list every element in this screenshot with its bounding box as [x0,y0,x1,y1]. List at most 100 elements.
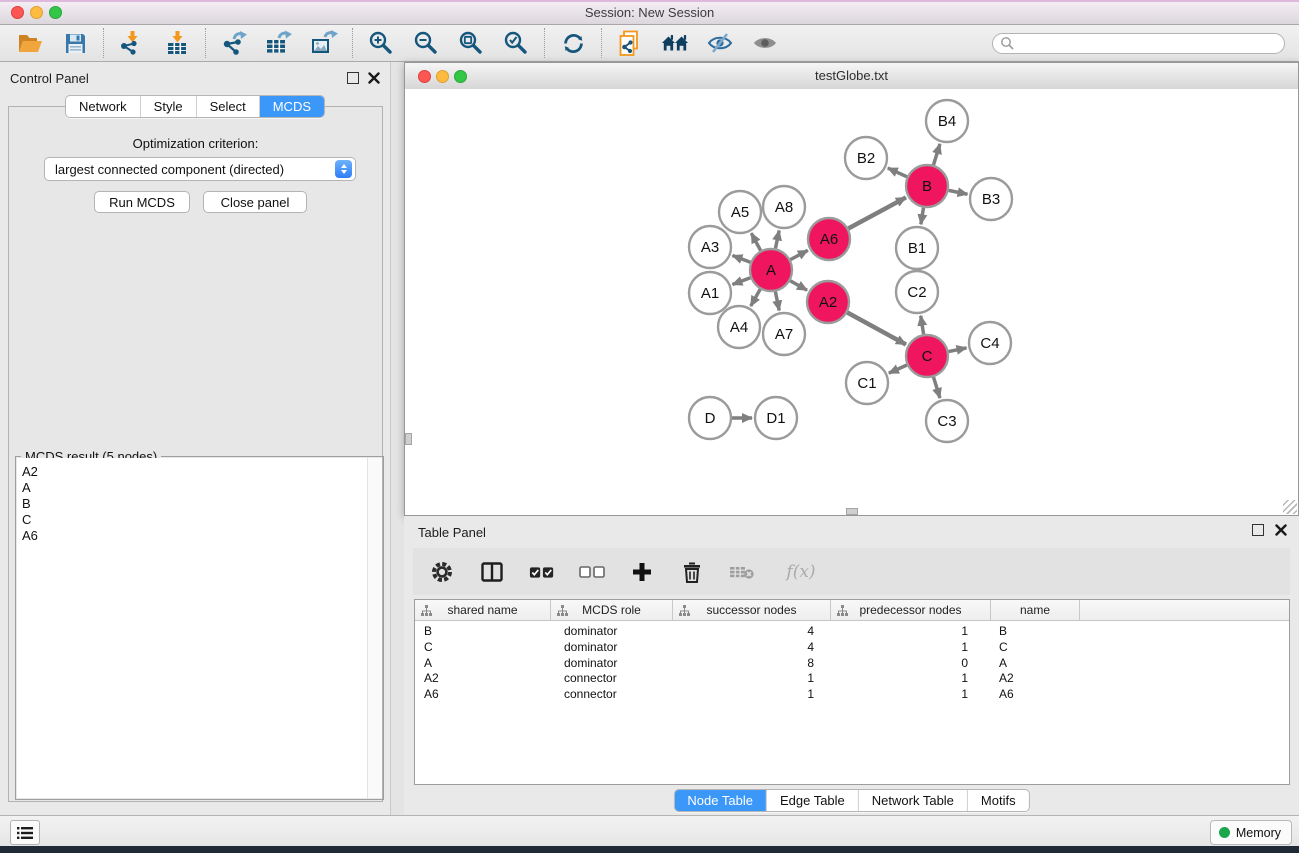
search-input[interactable] [1015,35,1284,51]
network-window-titlebar[interactable]: testGlobe.txt [405,63,1298,90]
tab-network[interactable]: Network [66,96,140,117]
tab-node-table[interactable]: Node Table [674,790,766,811]
table-row[interactable]: Bdominator41B [415,624,1289,640]
cell-name[interactable]: A2 [991,671,1080,687]
canvas-vertical-scroll-thumb[interactable] [405,433,412,445]
tab-mcds[interactable]: MCDS [259,96,324,117]
cell-shared_name[interactable]: C [415,640,551,656]
cell-name[interactable]: A6 [991,687,1080,703]
cell-shared_name[interactable]: B [415,624,551,640]
graph-node-A4[interactable]: A4 [718,306,760,348]
column-header-name[interactable]: name [991,600,1080,620]
add-column-plus-icon[interactable] [629,559,655,585]
open-session-icon[interactable] [16,29,44,57]
cell-predecessor_nodes[interactable]: 1 [831,687,991,703]
cell-shared_name[interactable]: A6 [415,687,551,703]
zoom-fit-icon[interactable] [457,29,485,57]
cell-predecessor_nodes[interactable]: 0 [831,656,991,672]
result-list-scrollbar[interactable] [367,458,382,798]
run-mcds-button[interactable]: Run MCDS [94,191,190,213]
search-field[interactable] [992,33,1285,54]
edge-A-A7[interactable] [775,292,779,311]
mcds-result-list[interactable]: A2ABCA6 [17,458,382,798]
cell-mcds_role[interactable]: connector [551,687,673,703]
delete-table-icon[interactable] [729,559,755,585]
import-network-icon[interactable] [118,29,146,57]
table-row[interactable]: Cdominator41C [415,640,1289,656]
edge-C-C1[interactable] [889,365,907,373]
column-header-shared-name[interactable]: shared name [415,600,551,620]
edge-A-A6[interactable] [790,250,807,259]
mcds-result-item[interactable]: B [17,496,382,512]
function-builder-icon[interactable]: f(x) [779,559,823,585]
column-header-successor-nodes[interactable]: successor nodes [673,600,831,620]
graph-node-A3[interactable]: A3 [689,226,731,268]
graph-node-C[interactable]: C [906,335,948,377]
mcds-result-item[interactable]: A2 [17,464,382,480]
cell-predecessor_nodes[interactable]: 1 [831,624,991,640]
zoom-selected-icon[interactable] [502,29,530,57]
import-table-icon[interactable] [163,29,191,57]
table-row[interactable]: A2connector11A2 [415,671,1289,687]
tab-style[interactable]: Style [140,96,196,117]
cell-mcds_role[interactable]: connector [551,671,673,687]
refresh-layout-icon[interactable] [559,29,587,57]
graph-node-B1[interactable]: B1 [896,227,938,269]
cell-successor_nodes[interactable]: 4 [673,640,831,656]
close-panel-icon[interactable] [368,72,380,84]
memory-button[interactable]: Memory [1210,820,1292,845]
edge-B-B4[interactable] [933,144,939,165]
cell-successor_nodes[interactable]: 1 [673,687,831,703]
graph-node-D1[interactable]: D1 [755,397,797,439]
window-resize-grip[interactable] [1283,500,1297,514]
graph-node-A5[interactable]: A5 [719,191,761,233]
edge-A-A4[interactable] [751,289,760,306]
export-table-icon[interactable] [265,29,293,57]
task-history-button[interactable] [10,820,40,845]
graph-node-C1[interactable]: C1 [846,362,888,404]
cell-predecessor_nodes[interactable]: 1 [831,640,991,656]
float-table-panel-icon[interactable] [1252,524,1264,536]
graph-node-B[interactable]: B [906,165,948,207]
tab-select[interactable]: Select [196,96,259,117]
mcds-result-item[interactable]: C [17,512,382,528]
hide-selected-eye-icon[interactable] [706,29,734,57]
show-all-eye-icon[interactable] [751,29,779,57]
mcds-result-item[interactable]: A6 [17,528,382,544]
table-row[interactable]: Adominator80A [415,656,1289,672]
mcds-result-item[interactable]: A [17,480,382,496]
network-canvas[interactable]: B4B2BB3A5A8A6A3B1AA1C2A2A4A7CC4C1C3DD1 [405,89,1298,515]
graph-node-B4[interactable]: B4 [926,100,968,142]
graph-node-C4[interactable]: C4 [969,322,1011,364]
edge-C-C4[interactable] [949,348,967,352]
table-row[interactable]: A6connector11A6 [415,687,1289,703]
export-network-icon[interactable] [220,29,248,57]
cell-name[interactable]: C [991,640,1080,656]
network-graph[interactable]: B4B2BB3A5A8A6A3B1AA1C2A2A4A7CC4C1C3DD1 [405,89,1298,516]
cell-successor_nodes[interactable]: 4 [673,624,831,640]
cell-successor_nodes[interactable]: 1 [673,671,831,687]
graph-node-A2[interactable]: A2 [807,281,849,323]
new-network-from-selection-icon[interactable] [616,29,644,57]
close-table-panel-icon[interactable] [1275,524,1287,536]
graph-node-B2[interactable]: B2 [845,137,887,179]
optimization-criterion-select[interactable]: largest connected component (directed) [44,157,356,181]
graph-node-D[interactable]: D [689,397,731,439]
edge-A-A1[interactable] [732,278,750,285]
edge-B-B2[interactable] [888,168,907,177]
export-image-icon[interactable] [310,29,338,57]
close-panel-button[interactable]: Close panel [203,191,307,213]
graph-node-A8[interactable]: A8 [763,186,805,228]
edge-A-A8[interactable] [775,231,779,249]
cell-shared_name[interactable]: A [415,656,551,672]
edge-C-C3[interactable] [933,377,939,398]
delete-column-trash-icon[interactable] [679,559,705,585]
zoom-out-icon[interactable] [412,29,440,57]
edge-C-C2[interactable] [921,316,924,335]
graph-node-B3[interactable]: B3 [970,178,1012,220]
deselect-all-icon[interactable] [579,559,605,585]
graph-node-A7[interactable]: A7 [763,313,805,355]
graph-node-C3[interactable]: C3 [926,400,968,442]
edge-B-B1[interactable] [921,208,924,225]
table-settings-gear-icon[interactable] [429,559,455,585]
